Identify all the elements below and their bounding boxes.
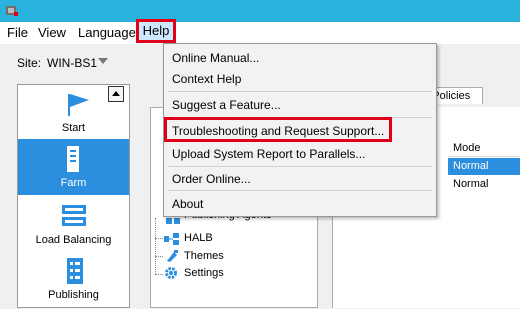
tree-item-settings[interactable]: Settings [184,265,224,282]
menu-item-suggest-feature[interactable]: Suggest a Feature... [172,98,281,112]
site-selector[interactable]: WIN-BS1 [47,56,97,70]
flag-icon [68,94,89,116]
menu-bar: File View Language [0,22,520,44]
agents-icon [166,218,180,224]
publishing-icon [67,258,83,284]
site-label: Site: [17,56,42,70]
menu-file[interactable]: File [7,22,28,44]
menu-separator [168,166,432,167]
nav-label-publishing: Publishing [48,289,99,301]
gear-icon [165,267,177,279]
tree-item-halb[interactable]: HALB [184,230,213,247]
navigation-panel: Start Farm Load Balancing Publishing [17,84,130,308]
tree-item-themes[interactable]: Themes [184,248,224,265]
nav-item-publishing[interactable]: Publishing [18,253,129,309]
chevron-up-icon [112,91,120,96]
menu-item-online-manual[interactable]: Online Manual... [172,51,259,65]
table-row[interactable]: Normal [448,176,520,193]
column-header-mode[interactable]: Mode [448,141,520,157]
halb-icon [164,233,179,245]
menu-item-context-help[interactable]: Context Help [172,72,241,86]
title-bar [0,0,520,22]
tree-connector [155,218,156,274]
menu-separator [168,91,432,92]
themes-icon [167,250,178,262]
table-row[interactable]: Normal [448,158,520,175]
tree-connector [155,256,163,257]
tree-connector [155,274,163,275]
menu-help[interactable]: Help [136,19,176,43]
menu-language[interactable]: Language [78,22,136,44]
load-balancing-icon [62,205,86,226]
nav-label-farm: Farm [60,177,87,189]
nav-item-load-balancing[interactable]: Load Balancing [18,197,129,253]
collapse-button[interactable] [108,86,124,102]
menu-view[interactable]: View [38,22,66,44]
nav-label-start: Start [61,122,86,134]
menu-item-about[interactable]: About [172,197,203,211]
tree-connector [155,238,163,239]
nav-label-load-balancing: Load Balancing [35,234,112,246]
menu-separator [168,190,432,191]
chevron-down-icon[interactable] [98,58,108,64]
app-icon [6,6,18,16]
menu-item-order-online[interactable]: Order Online... [172,172,251,186]
nav-item-farm[interactable]: Farm [18,139,129,195]
server-icon [67,146,79,172]
highlight-box [164,117,392,142]
menu-item-upload-system-report[interactable]: Upload System Report to Parallels... [172,147,365,161]
